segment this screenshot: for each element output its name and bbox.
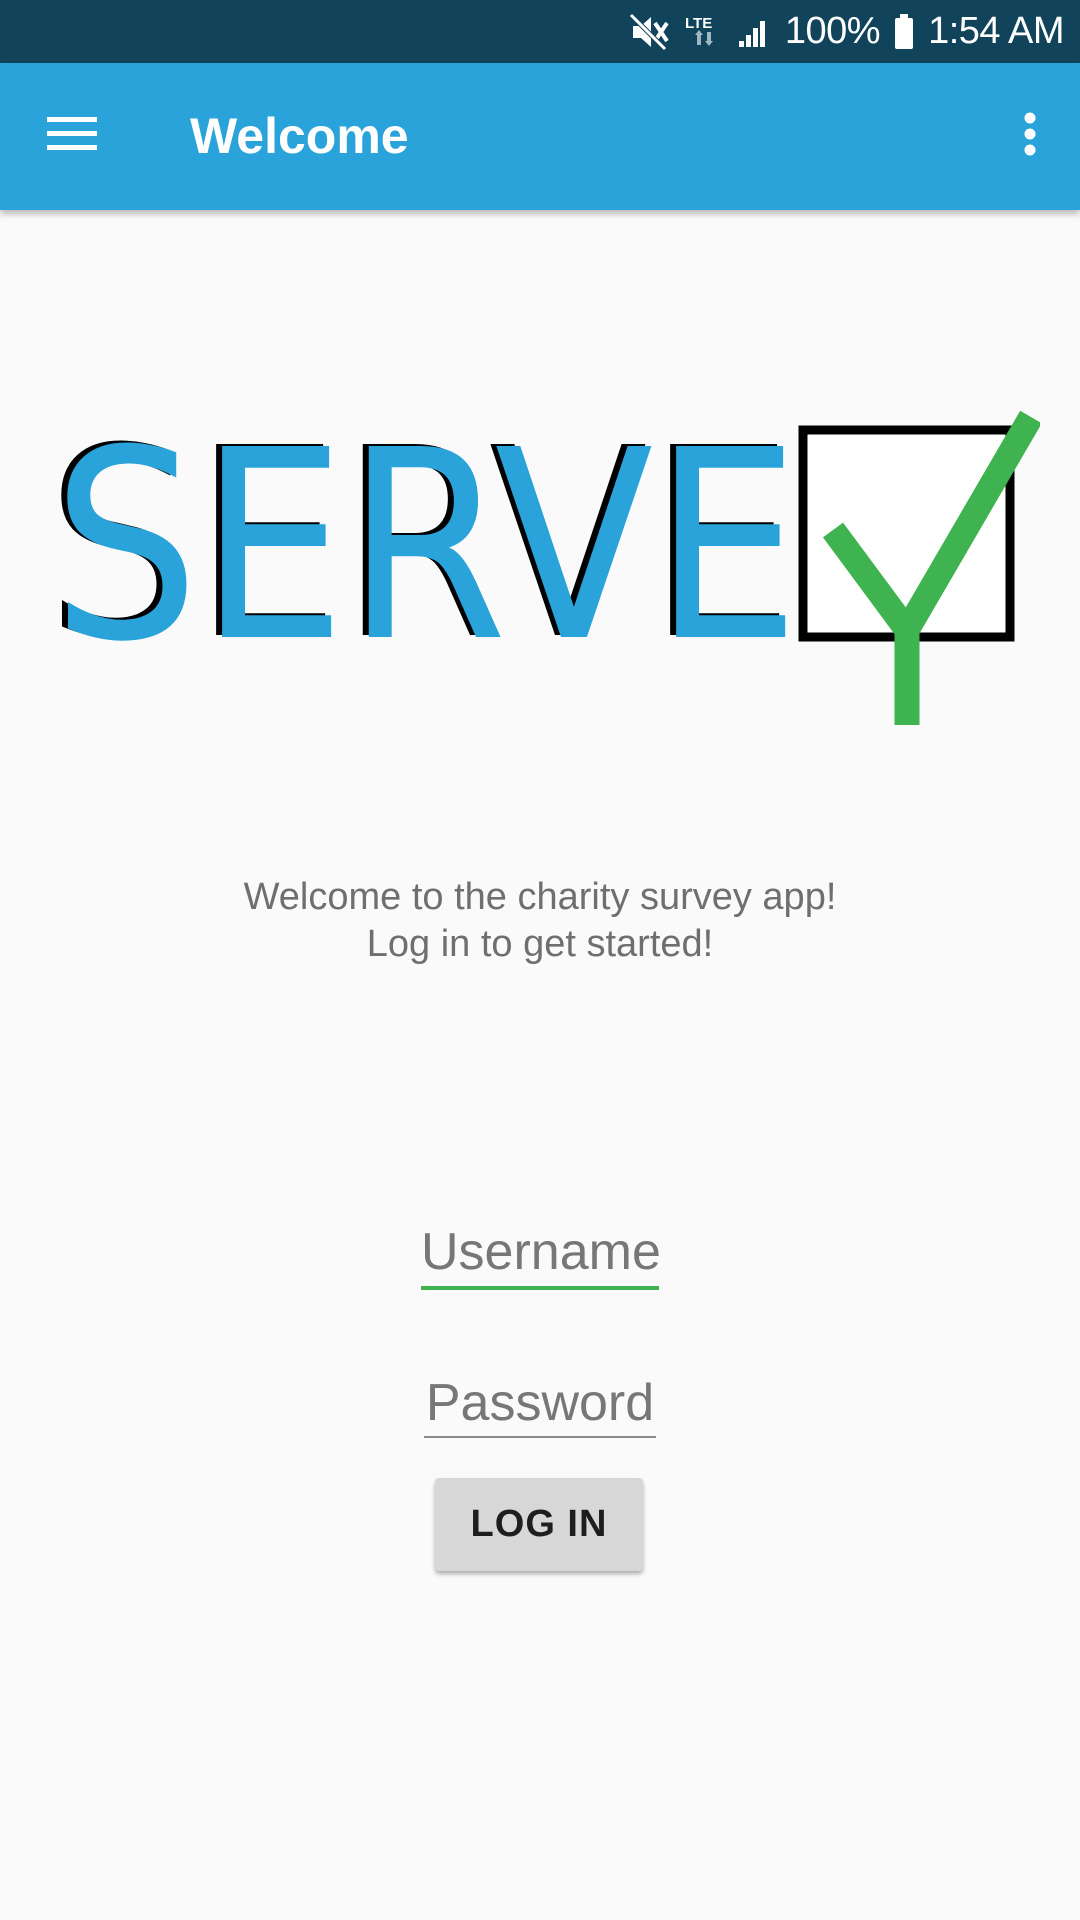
logo-wordmark: SERVE	[52, 405, 800, 699]
welcome-message: Welcome to the charity survey app! Log i…	[0, 874, 1080, 968]
app-bar: Welcome	[0, 63, 1080, 210]
lte-label: LTE	[685, 15, 712, 32]
mute-icon	[629, 12, 669, 51]
hamburger-icon	[47, 115, 99, 158]
username-field[interactable]	[421, 1218, 659, 1290]
welcome-line-1: Welcome to the charity survey app!	[243, 876, 837, 918]
battery-percent: 100%	[784, 10, 881, 52]
lte-icon: LTE	[683, 13, 723, 51]
welcome-line-2: Log in to get started!	[366, 923, 714, 965]
battery-icon	[894, 13, 914, 50]
servey-logo: SERVE SERVE	[50, 405, 1040, 725]
status-time: 1:54 AM	[928, 10, 1064, 52]
menu-button[interactable]	[28, 99, 118, 174]
password-field[interactable]	[424, 1370, 656, 1438]
page-title: Welcome	[190, 108, 409, 164]
status-icons: LTE 100% 1:54 AM	[629, 0, 1064, 63]
login-button[interactable]: LOG IN	[435, 1478, 643, 1571]
status-bar: LTE 100% 1:54 AM	[0, 0, 1080, 63]
more-vert-icon	[1023, 112, 1037, 161]
overflow-menu-button[interactable]	[1000, 99, 1060, 174]
signal-icon	[737, 15, 771, 49]
